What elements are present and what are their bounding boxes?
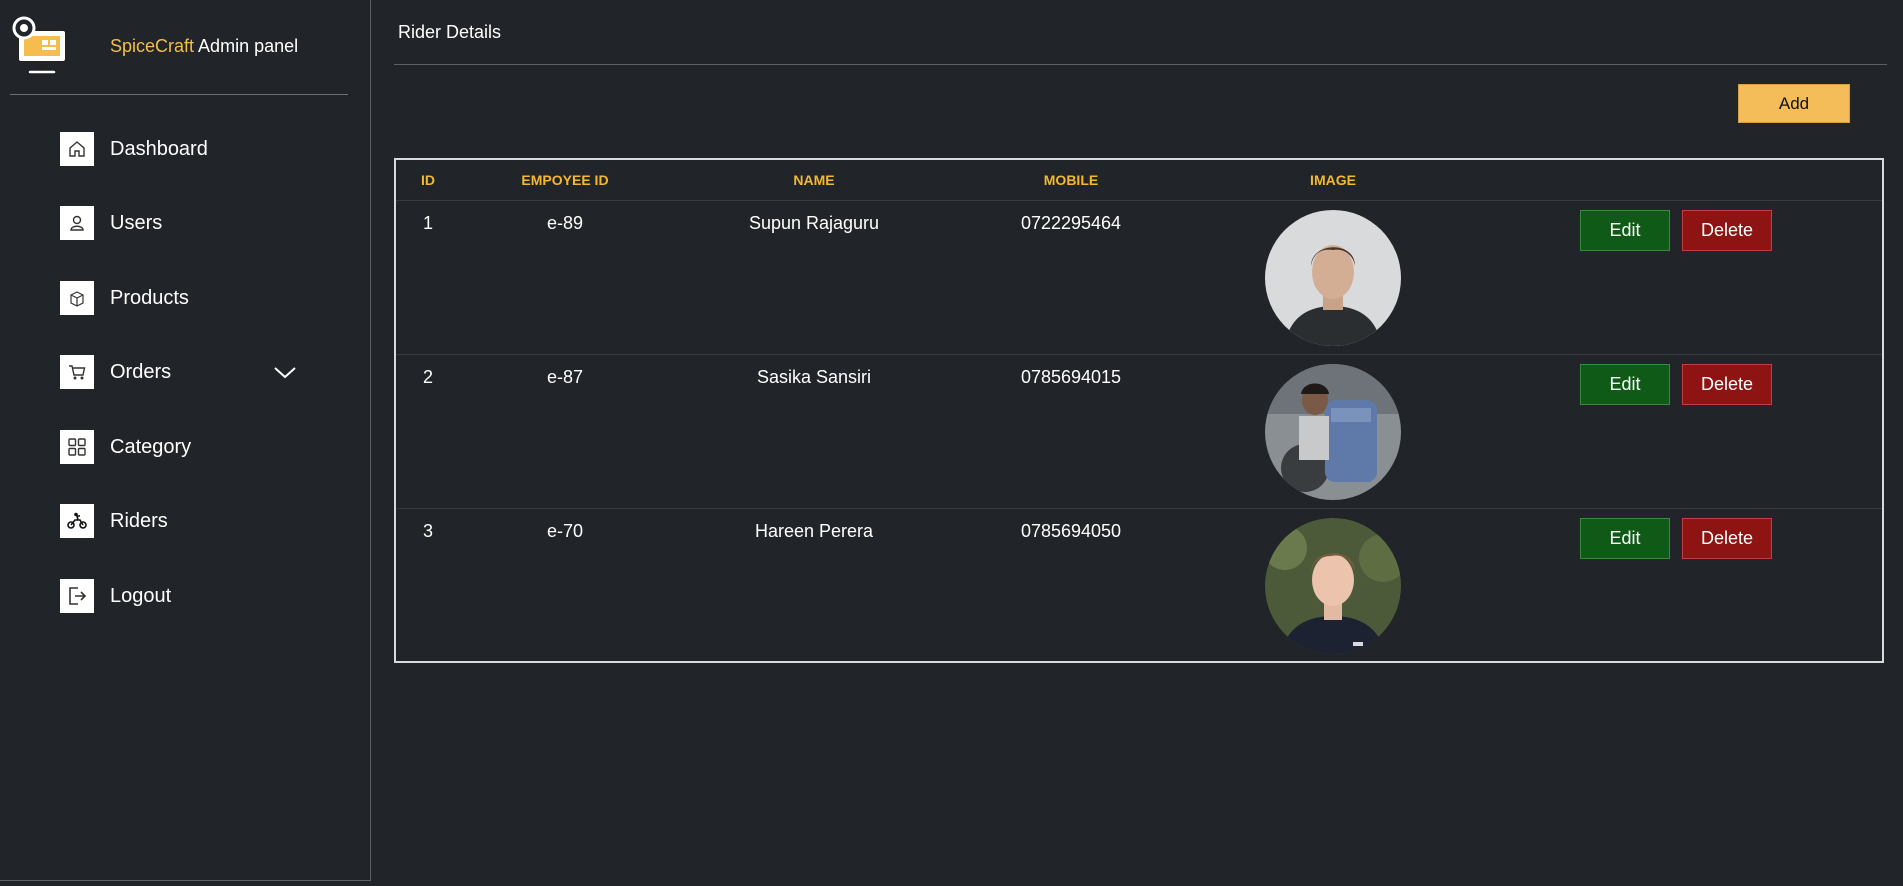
sidebar-item-label: Users [110,211,163,234]
edit-button[interactable]: Edit [1580,518,1670,559]
add-rider-button[interactable]: Add [1738,84,1850,123]
cell-name: Sasika Sansiri [756,367,872,387]
delete-button[interactable]: Delete [1682,210,1772,251]
sidebar-item-label: Logout [110,584,172,607]
cart-icon [60,355,94,389]
sidebar: SpiceCraft Admin panel Dashboard Users P… [0,0,371,881]
cell-employee-id: e-87 [546,367,584,387]
title-divider [394,64,1887,65]
column-header-employee-id: EMPOYEE ID [521,172,609,188]
brand-title: SpiceCraft Admin panel [110,36,298,57]
cell-employee-id: e-70 [546,521,584,541]
brand: SpiceCraft Admin panel [10,0,348,95]
home-icon [60,132,94,166]
cell-mobile: 0722295464 [1020,213,1122,233]
sidebar-item-riders[interactable]: Riders [60,503,310,539]
grid-icon [60,430,94,464]
page-title: Rider Details [398,22,502,42]
motorbike-icon [60,504,94,538]
sidebar-item-label: Riders [110,509,168,532]
brand-rest: Admin panel [194,36,299,56]
main-content: Rider Details Add ID EMPOYEE ID NAME MOB… [372,0,1903,886]
cell-id: 3 [422,521,434,541]
cell-name: Supun Rajaguru [748,213,880,233]
user-icon [60,206,94,240]
cell-id: 2 [422,367,434,387]
sidebar-item-label: Orders [110,360,172,383]
table-row: 3 e-70 Hareen Perera 0785694050 Edit Del… [396,508,1882,662]
sidebar-item-category[interactable]: Category [60,429,310,465]
rider-avatar [1265,364,1401,500]
cell-name: Hareen Perera [754,521,874,541]
rider-avatar [1265,210,1401,346]
sidebar-item-dashboard[interactable]: Dashboard [60,131,310,167]
box-icon [60,281,94,315]
cell-employee-id: e-89 [546,213,584,233]
column-header-mobile: MOBILE [1043,172,1099,188]
table-row: 2 e-87 Sasika Sansiri 0785694015 Edit De… [396,354,1882,508]
sidebar-item-label: Category [110,435,192,458]
column-header-name: NAME [793,172,835,188]
sidebar-item-logout[interactable]: Logout [60,578,310,614]
cell-mobile: 0785694015 [1020,367,1122,387]
column-header-image: IMAGE [1310,172,1356,188]
chevron-down-icon[interactable] [272,360,298,384]
brand-accent: SpiceCraft [110,36,195,56]
sidebar-item-users[interactable]: Users [60,205,310,241]
cell-mobile: 0785694050 [1020,521,1122,541]
column-header-id: ID [421,172,435,188]
sidebar-item-products[interactable]: Products [60,280,310,316]
cell-id: 1 [422,213,434,233]
sidebar-item-label: Products [110,286,189,309]
logout-icon [60,579,94,613]
edit-button[interactable]: Edit [1580,364,1670,405]
sidebar-item-label: Dashboard [110,137,208,160]
monitor-gear-logo-icon [12,16,67,75]
rider-avatar [1265,518,1401,654]
delete-button[interactable]: Delete [1682,364,1772,405]
edit-button[interactable]: Edit [1580,210,1670,251]
delete-button[interactable]: Delete [1682,518,1772,559]
table-row: 1 e-89 Supun Rajaguru 0722295464 Edit De… [396,200,1882,354]
riders-table: ID EMPOYEE ID NAME MOBILE IMAGE 1 e-89 S… [394,158,1884,663]
sidebar-item-orders[interactable]: Orders [60,354,310,390]
